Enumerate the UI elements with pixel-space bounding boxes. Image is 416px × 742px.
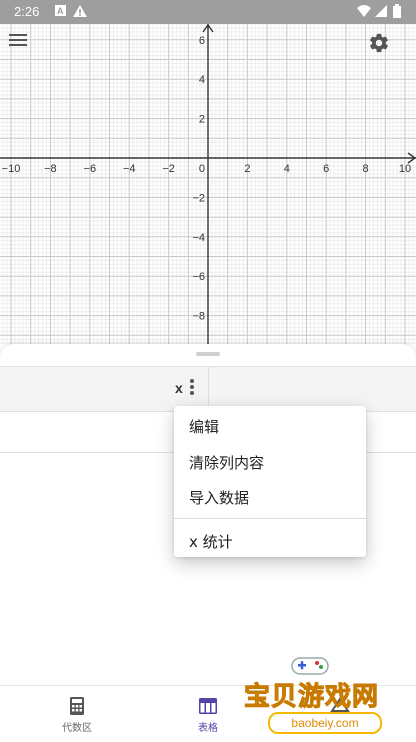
column-divider: [208, 367, 209, 411]
status-bar: 2:26 A: [0, 0, 416, 24]
drag-handle[interactable]: [196, 352, 220, 356]
x-tick-label: 6: [323, 163, 329, 175]
x-tick-label: 2: [244, 163, 250, 175]
warning-icon: [72, 3, 88, 23]
x-tick-label: 0: [199, 163, 205, 175]
y-tick-label: 6: [199, 35, 205, 47]
notification-a-icon: A: [54, 3, 68, 21]
x-tick-label: 8: [363, 163, 369, 175]
y-tick-label: −2: [192, 192, 205, 204]
more-vert-icon: [186, 379, 198, 395]
gamepad-icon: [290, 654, 330, 676]
calculator-icon: [67, 696, 87, 716]
menu-item-edit[interactable]: 编辑: [189, 416, 219, 437]
watermark-title: 宝贝游戏网: [243, 682, 380, 713]
battery-icon: [392, 3, 402, 23]
nav-algebra-label: 代数区: [62, 723, 92, 734]
coordinate-grid[interactable]: −10−8−6−4−20246810642−2−4−6−8−10: [0, 24, 416, 344]
x-tick-label: −2: [162, 163, 175, 175]
column-options-button[interactable]: [186, 377, 198, 401]
table-icon: [198, 696, 218, 716]
x-tick-label: 10: [399, 163, 411, 175]
menu-item-import-data[interactable]: 导入数据: [189, 487, 249, 508]
settings-button[interactable]: [368, 32, 408, 72]
graphing-view[interactable]: −10−8−6−4−20246810642−2−4−6−8−10: [0, 24, 416, 344]
y-tick-label: 4: [199, 74, 205, 86]
column-context-menu: 编辑 清除列内容 导入数据 x 统计: [174, 406, 366, 557]
watermark-logo: 宝贝游戏网 baobeiy.com: [240, 652, 416, 741]
x-tick-label: −6: [84, 163, 97, 175]
wifi-icon: [356, 3, 372, 23]
menu-item-clear-column[interactable]: 清除列内容: [189, 452, 264, 473]
nav-algebra[interactable]: 代数区: [25, 686, 129, 742]
x-tick-label: 4: [284, 163, 290, 175]
menu-item-x-statistics[interactable]: x 统计: [189, 531, 233, 552]
status-time: 2:26: [14, 4, 40, 19]
y-tick-label: −8: [192, 311, 205, 323]
menu-button[interactable]: [8, 32, 48, 72]
svg-text:A: A: [57, 6, 64, 16]
signal-icon: [374, 3, 388, 23]
y-tick-label: −6: [192, 271, 205, 283]
y-tick-label: 2: [199, 114, 205, 126]
x-tick-label: −8: [44, 163, 57, 175]
x-tick-label: −4: [123, 163, 136, 175]
column-header-x: x: [175, 380, 183, 396]
x-tick-label: −10: [2, 163, 21, 175]
watermark-url: baobeiy.com: [268, 712, 382, 734]
y-tick-label: −4: [192, 232, 205, 244]
menu-divider: [174, 518, 366, 519]
